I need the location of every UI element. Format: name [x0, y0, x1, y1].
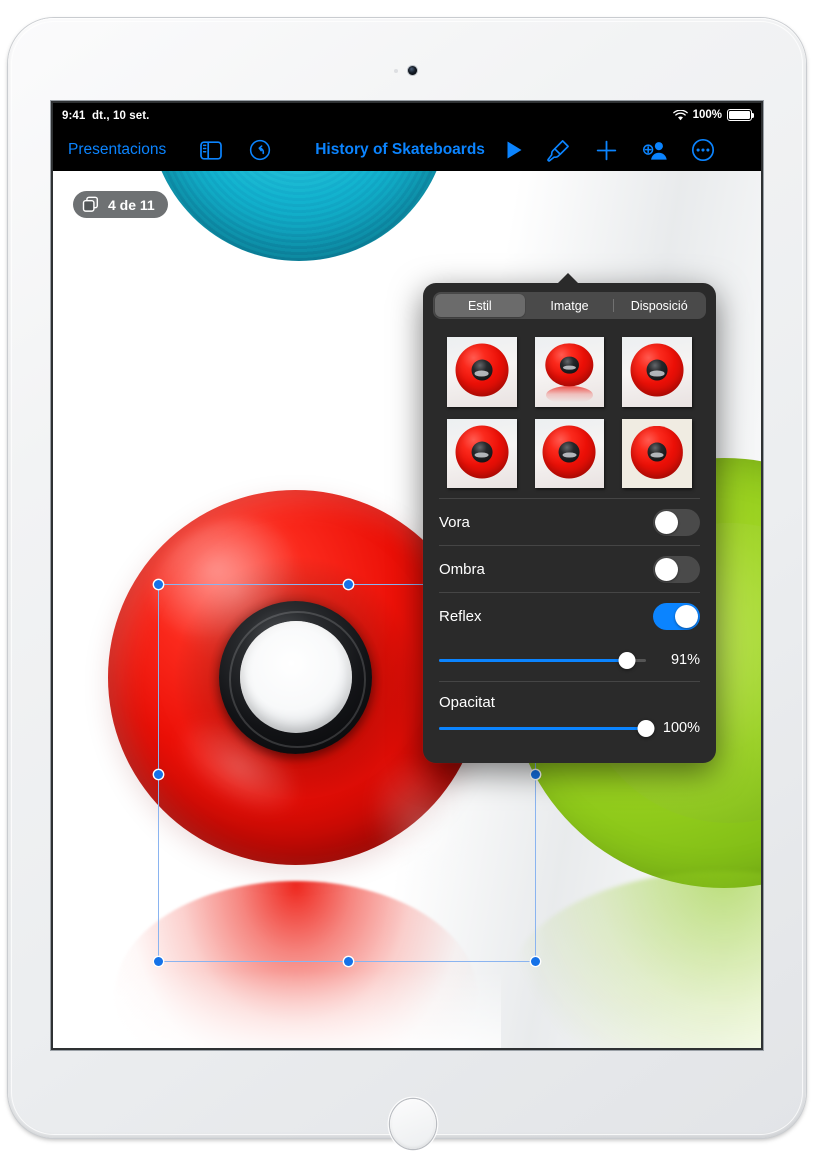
slider-track-fill — [439, 659, 628, 662]
border-toggle[interactable] — [653, 508, 700, 536]
format-popover: Estil Imatge Disposició Vora Ombra Refle… — [423, 273, 716, 764]
thumb-hub-shape — [646, 359, 668, 381]
format-brush-icon[interactable] — [546, 138, 571, 163]
undo-icon[interactable] — [249, 139, 271, 161]
resize-handle-middle-left[interactable] — [154, 770, 163, 779]
image-style-option-4[interactable] — [447, 418, 517, 489]
ambient-light-sensor-icon — [394, 69, 398, 73]
slider-knob[interactable] — [618, 651, 636, 669]
border-label: Vora — [439, 513, 470, 531]
style-thumbnail-preview — [622, 418, 692, 489]
tab-imatge[interactable]: Imatge — [525, 294, 615, 317]
slide-counter-label: 4 de 11 — [108, 196, 155, 213]
shadow-row: Ombra — [439, 545, 700, 592]
status-bar-datetime: 9:41 dt., 10 set. — [62, 110, 149, 122]
thumb-hub-shape — [647, 442, 667, 462]
resize-handle-top-left[interactable] — [154, 580, 163, 589]
image-style-grid — [423, 323, 716, 498]
app-toolbar: Presentacions History of Skateboards — [53, 129, 761, 171]
popover-arrow — [557, 273, 579, 284]
toggle-knob — [655, 557, 678, 581]
tab-disposicio[interactable]: Disposició — [614, 294, 704, 317]
tab-imatge-label: Imatge — [550, 298, 589, 313]
more-ellipsis-icon[interactable] — [691, 138, 715, 162]
battery-percent-label: 100% — [692, 109, 722, 121]
image-style-option-1[interactable] — [447, 337, 517, 407]
popover-bottom-padding — [423, 749, 716, 763]
opacity-value: 100% — [662, 720, 700, 737]
resize-handle-bottom-left[interactable] — [154, 957, 163, 966]
wifi-icon — [672, 109, 688, 120]
sidebar-icon[interactable] — [200, 140, 223, 160]
opacity-label: Opacitat — [439, 681, 700, 711]
device-screen: 9:41 dt., 10 set. 100% Presentacions His… — [53, 103, 761, 1048]
reflection-value: 91% — [670, 652, 700, 669]
thumb-hub-shape — [560, 356, 579, 374]
reflection-slider-row: 91% — [439, 639, 700, 681]
thumb-hub-shape — [471, 359, 493, 381]
shadow-label: Ombra — [439, 560, 485, 578]
reflection-slider[interactable] — [439, 651, 646, 669]
image-style-option-2[interactable] — [534, 337, 605, 407]
home-button[interactable] — [390, 1099, 436, 1149]
style-thumbnail-preview — [447, 337, 517, 407]
front-camera-icon — [408, 66, 417, 75]
image-style-option-6-selected[interactable] — [622, 418, 692, 489]
slide-counter-pill[interactable]: 4 de 11 — [73, 191, 168, 218]
shadow-toggle[interactable] — [653, 555, 700, 583]
thumb-hub-shape — [471, 441, 493, 463]
reflection-label: Reflex — [439, 607, 482, 625]
play-icon[interactable] — [505, 140, 524, 160]
status-date-text: dt., 10 set. — [92, 110, 150, 122]
tab-estil[interactable]: Estil — [435, 294, 525, 317]
reflection-toggle[interactable] — [653, 602, 700, 630]
plus-icon[interactable] — [595, 139, 618, 162]
opacity-slider[interactable] — [439, 719, 655, 737]
thumb-reflection-shape — [545, 385, 594, 404]
reflection-fade-mask — [101, 971, 501, 1048]
document-title[interactable]: History of Skateboards — [315, 141, 485, 159]
opacity-slider-row: 100% — [439, 707, 700, 749]
border-row: Vora — [439, 498, 700, 545]
tab-disposicio-label: Disposició — [630, 298, 688, 313]
status-bar: 9:41 dt., 10 set. 100% — [53, 103, 761, 129]
status-bar-indicators: 100% — [672, 109, 755, 121]
status-time-text: 9:41 — [62, 110, 86, 122]
back-to-presentations-button[interactable]: Presentacions — [68, 141, 166, 159]
add-person-icon[interactable] — [642, 139, 669, 161]
image-style-option-5[interactable] — [534, 418, 605, 489]
image-style-option-3[interactable] — [622, 337, 692, 407]
style-thumbnail-preview — [534, 418, 605, 489]
slide-canvas[interactable]: 4 de 11 Estil Imatge Disposició Vora Omb… — [53, 171, 761, 1048]
thumb-hub-shape — [559, 441, 580, 463]
reflection-row: Reflex — [439, 592, 700, 639]
style-thumbnail-preview — [534, 337, 605, 407]
resize-handle-top-center[interactable] — [344, 580, 353, 589]
slider-track-fill — [439, 727, 646, 730]
battery-full-icon — [727, 109, 755, 121]
slider-knob[interactable] — [637, 719, 655, 737]
duplicate-slides-icon — [82, 196, 99, 212]
toggle-knob — [655, 510, 678, 534]
tab-estil-label: Estil — [468, 298, 492, 313]
style-thumbnail-preview — [622, 337, 692, 407]
resize-handle-bottom-center[interactable] — [344, 957, 353, 966]
toggle-knob — [675, 604, 698, 628]
style-thumbnail-preview — [447, 418, 517, 489]
format-tabs: Estil Imatge Disposició — [433, 292, 706, 319]
resize-handle-bottom-right[interactable] — [531, 957, 540, 966]
resize-handle-middle-right[interactable] — [531, 770, 540, 779]
